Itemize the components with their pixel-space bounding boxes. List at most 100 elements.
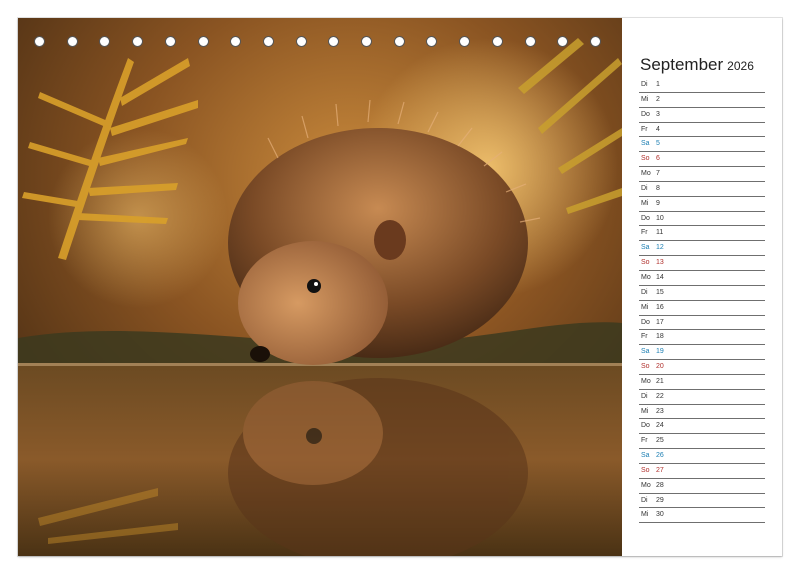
day-row: Sa 12	[639, 241, 765, 257]
weekday-label: Mi	[641, 511, 649, 519]
day-number: 27	[656, 466, 664, 474]
weekday-label: Mo	[641, 377, 651, 385]
binding-ring	[426, 36, 438, 47]
binding-ring	[99, 36, 111, 47]
calendar-panel: September 2026 Di 1 Mi 2 Do 3 Fr 4 Sa 5 So 6 Mo 7 Di 8 Mi…	[622, 18, 782, 556]
weekday-label: Sa	[641, 348, 650, 356]
day-row: Mo 28	[639, 479, 765, 494]
weekday-label: Mo	[641, 481, 651, 489]
day-row: Sa 26	[639, 449, 765, 464]
month-name: September	[640, 55, 724, 74]
binding-ring	[34, 36, 45, 47]
day-number: 23	[656, 407, 664, 415]
binding-ring	[132, 36, 144, 47]
weekday-label: Do	[641, 214, 650, 222]
day-number: 13	[656, 259, 664, 267]
day-row: So 13	[639, 256, 765, 271]
binding-ring	[328, 36, 340, 47]
hedgehog-illustration	[18, 18, 622, 556]
binding-ring	[491, 36, 503, 47]
weekday-label: Di	[641, 288, 648, 296]
day-row: So 20	[639, 360, 765, 375]
weekday-label: Sa	[641, 244, 650, 252]
day-row: Fr 18	[639, 330, 765, 346]
day-number: 9	[656, 199, 660, 207]
binding-ring	[361, 36, 372, 47]
weekday-label: Do	[641, 110, 650, 118]
day-number: 2	[656, 95, 660, 103]
day-number: 8	[656, 184, 660, 192]
day-number: 16	[656, 303, 664, 311]
day-row: Di 15	[639, 286, 765, 301]
day-number: 6	[656, 155, 660, 163]
weekday-label: Fr	[641, 437, 648, 445]
day-number: 20	[656, 363, 664, 371]
binding-ring	[230, 36, 242, 47]
day-row: Mo 21	[639, 375, 765, 390]
day-number: 12	[656, 244, 664, 252]
month-title: September 2026	[640, 55, 754, 75]
binding-ring	[66, 36, 78, 47]
day-number: 18	[656, 333, 664, 341]
binding-ring	[393, 36, 405, 47]
day-row: Mi 2	[639, 93, 765, 108]
day-number: 15	[656, 288, 664, 296]
day-row: Mi 23	[639, 405, 765, 420]
day-row: Fr 25	[639, 434, 765, 450]
day-number: 28	[656, 481, 664, 489]
day-row: Do 10	[639, 212, 765, 227]
weekday-label: Fr	[641, 229, 648, 237]
weekday-label: Mi	[641, 95, 649, 103]
month-year: 2026	[727, 59, 754, 73]
weekday-label: Mi	[641, 303, 649, 311]
weekday-label: So	[641, 466, 650, 474]
day-number: 17	[656, 318, 664, 326]
day-row: Mo 14	[639, 271, 765, 286]
binding-ring	[524, 36, 536, 47]
day-number: 3	[656, 110, 660, 118]
day-row: Di 29	[639, 494, 765, 509]
day-list: Di 1 Mi 2 Do 3 Fr 4 Sa 5 So 6 Mo 7 Di 8 Mi 9 Do 10 Fr 11 Sa 12 S…	[639, 78, 765, 524]
day-row: Fr 11	[639, 226, 765, 242]
weekday-label: Di	[641, 496, 648, 504]
day-row: Sa 19	[639, 345, 765, 361]
weekday-label: Sa	[641, 452, 650, 460]
day-number: 24	[656, 422, 664, 430]
binding-ring	[262, 36, 274, 47]
day-row: Mi 16	[639, 301, 765, 316]
day-row: Di 22	[639, 390, 765, 405]
day-number: 25	[656, 437, 664, 445]
hedgehog-photo	[18, 18, 622, 556]
weekday-label: Mo	[641, 170, 651, 178]
binding-ring	[459, 36, 471, 47]
weekday-label: Do	[641, 318, 650, 326]
day-row: Fr 4	[639, 123, 765, 138]
weekday-label: Fr	[641, 125, 648, 133]
day-number: 14	[656, 273, 664, 281]
weekday-label: Mi	[641, 407, 649, 415]
weekday-label: Di	[641, 392, 648, 400]
weekday-label: Di	[641, 184, 648, 192]
day-row: Do 3	[639, 108, 765, 123]
day-row: So 6	[639, 152, 765, 168]
weekday-label: So	[641, 363, 650, 371]
day-row: So 27	[639, 464, 765, 479]
day-number: 26	[656, 452, 664, 460]
day-number: 1	[656, 81, 660, 88]
binding-ring	[589, 36, 601, 47]
day-number: 29	[656, 496, 664, 504]
day-number: 7	[656, 170, 660, 178]
weekday-label: Mi	[641, 199, 649, 207]
day-number: 5	[656, 140, 660, 148]
day-number: 4	[656, 125, 660, 133]
day-row: Di 8	[639, 182, 765, 197]
day-row: Sa 5	[639, 137, 765, 153]
day-number: 19	[656, 348, 664, 356]
binding-ring	[557, 36, 569, 47]
weekday-label: Fr	[641, 333, 648, 341]
day-row: Mo 7	[639, 167, 765, 182]
day-number: 10	[656, 214, 664, 222]
weekday-label: Sa	[641, 140, 650, 148]
day-row: Mi 9	[639, 197, 765, 212]
day-row: Mi 30	[639, 508, 765, 524]
